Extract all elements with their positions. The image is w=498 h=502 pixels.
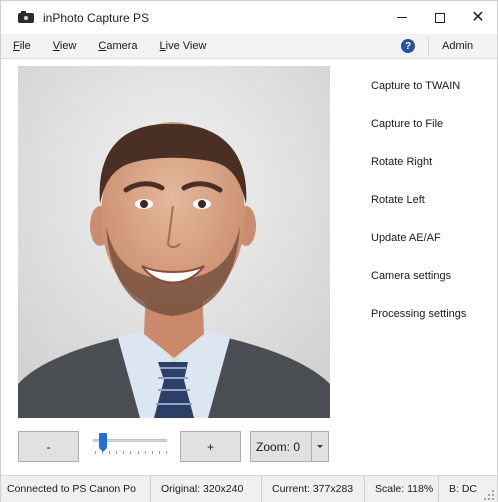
window-title: inPhoto Capture PS	[43, 10, 150, 25]
window-controls: ✕	[383, 1, 497, 34]
menu-camera[interactable]: Camera	[98, 40, 137, 52]
help-icon[interactable]: ?	[401, 39, 415, 53]
rotate-right-button[interactable]: Rotate Right	[371, 155, 491, 193]
menu-admin[interactable]: Admin	[442, 40, 473, 52]
menu-bar: File View Camera Live View ? Admin	[1, 34, 497, 59]
menu-view[interactable]: View	[53, 40, 77, 52]
camera-settings-button[interactable]: Camera settings	[371, 269, 491, 307]
status-current-size: Current: 377x283	[262, 475, 365, 502]
resize-grip-icon[interactable]	[484, 490, 494, 500]
status-bd: B: DC	[449, 483, 478, 495]
maximize-button[interactable]	[421, 1, 459, 34]
update-ae-af-button[interactable]: Update AE/AF	[371, 231, 491, 269]
minimize-button[interactable]	[383, 1, 421, 34]
slider-thumb[interactable]	[98, 433, 107, 452]
zoom-value: Zoom: 0	[256, 439, 301, 454]
portrait-image	[18, 66, 330, 418]
processing-settings-button[interactable]: Processing settings	[371, 307, 491, 345]
app-window: inPhoto Capture PS ✕ File View Camera Li…	[0, 0, 498, 502]
close-icon: ✕	[471, 8, 485, 26]
chevron-down-icon[interactable]	[312, 445, 328, 448]
zoom-in-button[interactable]: +	[180, 431, 241, 462]
camera-icon	[18, 11, 36, 24]
zoom-slider[interactable]	[91, 432, 169, 458]
minimize-icon	[397, 17, 407, 18]
title-bar: inPhoto Capture PS ✕	[1, 1, 497, 34]
zoom-out-button[interactable]: -	[18, 431, 79, 462]
close-button[interactable]: ✕	[459, 1, 497, 34]
status-scale: Scale: 118%	[365, 475, 439, 502]
status-original-size: Original: 320x240	[151, 475, 262, 502]
camera-preview[interactable]	[18, 66, 330, 418]
menu-file[interactable]: File	[13, 40, 31, 52]
plus-label: +	[206, 439, 214, 454]
zoom-dropdown[interactable]: Zoom: 0	[250, 431, 329, 462]
menu-divider	[428, 37, 429, 56]
capture-to-twain-button[interactable]: Capture to TWAIN	[371, 79, 491, 117]
maximize-icon	[435, 12, 445, 23]
menu-live-view[interactable]: Live View	[160, 40, 207, 52]
minus-label: -	[46, 439, 51, 454]
action-list: Capture to TWAIN Capture to File Rotate …	[371, 79, 491, 345]
slider-ticks	[95, 451, 167, 455]
capture-to-file-button[interactable]: Capture to File	[371, 117, 491, 155]
status-bar: Connected to PS Canon Po Original: 320x2…	[1, 475, 497, 502]
rotate-left-button[interactable]: Rotate Left	[371, 193, 491, 231]
status-connection: Connected to PS Canon Po	[1, 475, 151, 502]
